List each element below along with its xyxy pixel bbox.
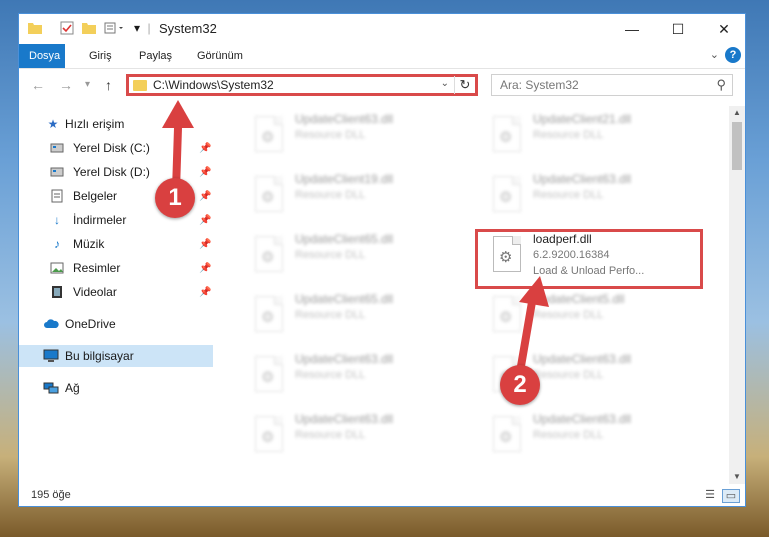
annotation-arrows — [162, 100, 549, 376]
arrow-1-head — [162, 100, 194, 128]
step-2-badge: 2 — [500, 365, 540, 405]
step-1-badge: 1 — [155, 178, 195, 218]
arrow-2-head — [519, 276, 549, 307]
arrow-2-shaft — [516, 298, 536, 376]
